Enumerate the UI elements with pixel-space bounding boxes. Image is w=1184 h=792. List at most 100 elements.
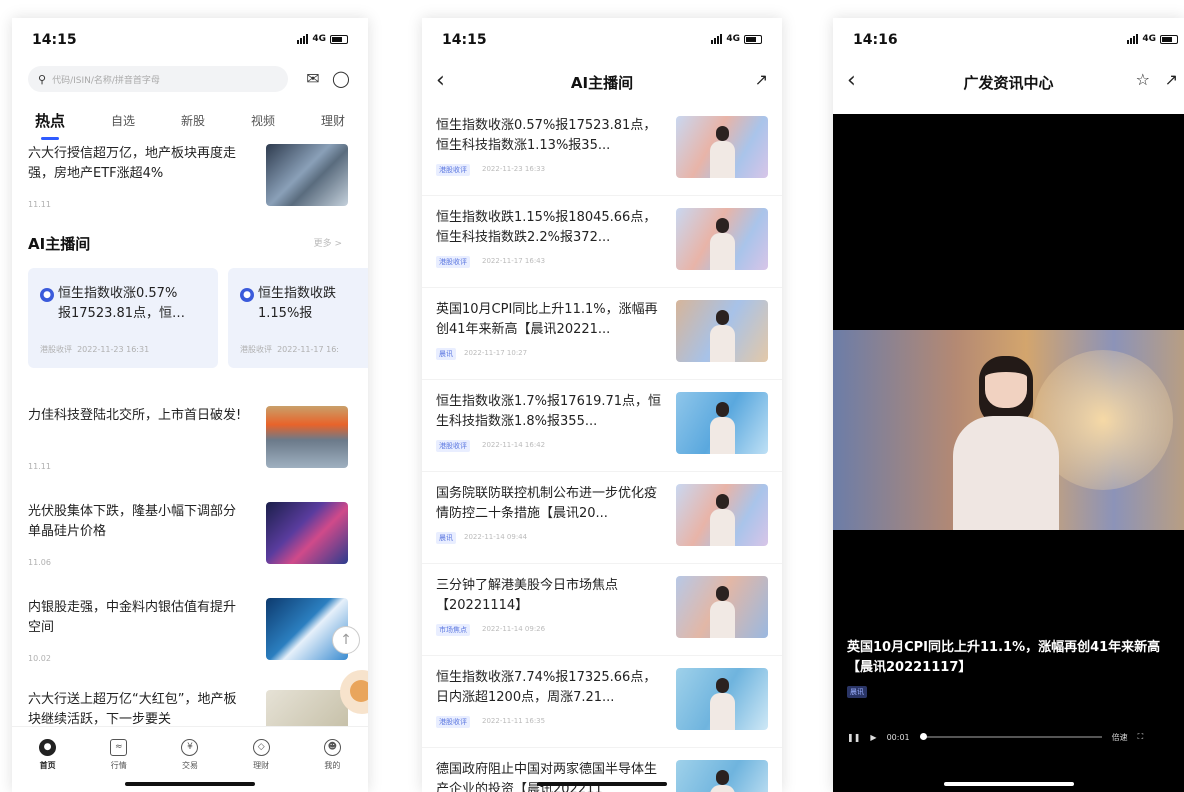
item-title: 恒生指数收跌1.15%报18045.66点，恒生科技指数跌2.2%报372... <box>436 210 657 245</box>
nav-label: 交易 <box>181 761 198 770</box>
signal-indicator: 4G <box>1127 34 1178 44</box>
status-time: 14:15 <box>442 32 487 48</box>
pause-icon[interactable]: ❚❚ <box>847 733 860 742</box>
item-date: 2022-11-14 09:26 <box>482 625 546 633</box>
nav-home[interactable]: ● 首页 <box>28 739 68 792</box>
progress-slider[interactable] <box>919 733 1102 740</box>
back-to-top-button[interactable]: ↑ <box>332 626 360 654</box>
news-date: 11.06 <box>28 558 51 567</box>
item-tag: 市场焦点 <box>436 624 470 636</box>
news-item[interactable]: 光伏股集体下跌，隆基小幅下调部分单晶硅片价格 11.06 <box>28 502 348 582</box>
item-title: 恒生指数收涨0.57%报17523.81点，恒生科技指数涨1.13%报35... <box>436 118 657 153</box>
tab-ipo[interactable]: 新股 <box>175 108 211 138</box>
home-indicator <box>943 782 1074 786</box>
profile-icon: ☻ <box>323 739 341 756</box>
item-tag: 港股收评 <box>436 164 470 176</box>
item-date: 2022-11-14 09:44 <box>464 533 528 541</box>
video-frame <box>833 330 1184 530</box>
list-item[interactable]: 国务院联防联控机制公布进一步优化疫情防控二十条措施【晨讯20... 晨讯 202… <box>422 472 782 564</box>
item-date: 2022-11-11 16:35 <box>482 717 546 725</box>
star-icon[interactable]: ☆ <box>1136 70 1150 89</box>
home-indicator <box>537 782 667 786</box>
chat-icon[interactable]: ◯ <box>330 68 352 90</box>
battery-icon <box>1160 34 1178 44</box>
item-tag: 港股收评 <box>436 440 470 452</box>
list-item[interactable]: 恒生指数收涨0.57%报17523.81点，恒生科技指数涨1.13%报35...… <box>422 104 782 196</box>
tab-video[interactable]: 视频 <box>245 108 281 138</box>
video-tag: 晨讯 <box>847 686 867 698</box>
share-icon[interactable]: ↗ <box>1165 70 1178 89</box>
tab-wealth[interactable]: 理财 <box>315 108 351 138</box>
trade-icon: ¥ <box>181 739 199 756</box>
news-thumbnail <box>266 690 348 730</box>
news-date: 11.11 <box>28 200 51 209</box>
video-caption: 英国10月CPI同比上升11.1%，涨幅再创41年来新高【晨讯20221117】 <box>847 640 1161 675</box>
list-item[interactable]: 英国10月CPI同比上升11.1%，涨幅再创41年来新高【晨讯20221... … <box>422 288 782 380</box>
video-thumbnail <box>676 208 768 270</box>
search-placeholder: 代码/ISIN/名称/拼音首字母 <box>52 75 160 86</box>
nav-bar: ‹ 广发资讯中心 ☆ ↗ <box>833 64 1184 104</box>
home-icon: ● <box>39 739 57 756</box>
progress-knob[interactable] <box>919 733 927 740</box>
nav-profile[interactable]: ☻ 我的 <box>312 739 352 792</box>
news-date: 10.02 <box>28 654 51 663</box>
signal-icon <box>297 34 309 44</box>
more-link[interactable]: 更多 > <box>314 236 342 249</box>
battery-icon <box>744 34 762 44</box>
item-date: 2022-11-14 16:42 <box>482 441 546 449</box>
item-date: 2022-11-23 16:33 <box>482 165 546 173</box>
phone-home-screen: 14:15 4G ⚲ 代码/ISIN/名称/拼音首字母 ✉ ◯ 热点 自选 新股… <box>12 18 368 792</box>
tab-watchlist[interactable]: 自选 <box>105 108 141 138</box>
ai-card[interactable]: ● 恒生指数收涨0.57%报17523.81点，恒… 港股收评 2022-11-… <box>28 268 218 368</box>
news-title: 光伏股集体下跌，隆基小幅下调部分单晶硅片价格 <box>28 504 237 539</box>
ai-badge-icon: ● <box>240 288 254 302</box>
item-title: 德国政府阻止中国对两家德国半导体生产企业的投资【晨讯202211 <box>436 762 658 792</box>
nav-label: 我的 <box>324 761 341 770</box>
anchor-face <box>985 356 1027 408</box>
list-item[interactable]: 恒生指数收涨7.74%报17325.66点，日内涨超1200点，周涨7.21..… <box>422 656 782 748</box>
video-thumbnail <box>676 484 768 546</box>
tab-bar: 热点 自选 新股 视频 理财 <box>12 108 368 140</box>
news-item[interactable]: 内银股走强，中金料内银估值有提升空间 10.02 <box>28 598 348 678</box>
video-thumbnail <box>676 760 768 792</box>
phone-ai-anchor-list: 14:15 4G ‹ AI主播间 ↗ 恒生指数收涨0.57%报17523.81点… <box>422 18 782 792</box>
fullscreen-icon[interactable]: ⛶ <box>1138 732 1144 742</box>
message-icon[interactable]: ✉ <box>302 68 324 90</box>
battery-icon <box>330 34 348 44</box>
home-indicator <box>125 782 255 786</box>
item-title: 三分钟了解港美股今日市场焦点【20221114】 <box>436 578 619 613</box>
tab-hot[interactable]: 热点 <box>29 108 71 140</box>
ai-card[interactable]: ● 恒生指数收跌1.15%报18045.66点 港股收评 2022-11-17 … <box>228 268 368 368</box>
phone-video-player: 14:16 4G ‹ 广发资讯中心 ☆ ↗ 英国10月CPI同比上升11.1%，… <box>833 18 1184 792</box>
page-title: AI主播间 <box>570 74 634 92</box>
list-item[interactable]: 恒生指数收涨1.7%报17619.71点，恒生科技指数涨1.8%报355... … <box>422 380 782 472</box>
ai-section-title: AI主播间 <box>28 235 91 253</box>
news-title: 六大行授信超万亿，地产板块再度走强，房地产ETF涨超4% <box>28 146 237 181</box>
item-title: 恒生指数收涨1.7%报17619.71点，恒生科技指数涨1.8%报355... <box>436 394 662 429</box>
item-tag: 晨讯 <box>436 348 456 360</box>
share-icon[interactable]: ↗ <box>755 70 768 89</box>
list-item[interactable]: 恒生指数收跌1.15%报18045.66点，恒生科技指数跌2.2%报372...… <box>422 196 782 288</box>
list-item[interactable]: 三分钟了解港美股今日市场焦点【20221114】 市场焦点 2022-11-14… <box>422 564 782 656</box>
video-controls: ❚❚ ▶ 00:01 倍速 ⛶ <box>847 730 1184 744</box>
item-date: 2022-11-17 10:27 <box>464 349 528 357</box>
news-title: 内银股走强，中金料内银估值有提升空间 <box>28 600 237 635</box>
page-title: 广发资讯中心 <box>963 74 1054 92</box>
news-item[interactable]: 力佳科技登陆北交所，上市首日破发! 11.11 <box>28 406 348 486</box>
video-thumbnail <box>676 668 768 730</box>
nav-bar: ‹ AI主播间 ↗ <box>422 64 782 104</box>
ai-card-meta: 港股收评 2022-11-17 16: <box>240 345 340 354</box>
volume-icon[interactable]: ▶ <box>870 733 876 742</box>
item-title: 英国10月CPI同比上升11.1%，涨幅再创41年来新高【晨讯20221... <box>436 302 658 337</box>
news-item[interactable]: 六大行授信超万亿，地产板块再度走强，房地产ETF涨超4% 11.11 <box>28 144 348 224</box>
speed-button[interactable]: 倍速 <box>1112 732 1128 743</box>
search-input[interactable]: ⚲ 代码/ISIN/名称/拼音首字母 <box>28 66 288 92</box>
nav-label: 行情 <box>110 761 127 770</box>
status-time: 14:15 <box>32 32 77 48</box>
news-item[interactable]: 六大行送上超万亿“大红包”，地产板块继续活跃，下一步要关 <box>28 690 348 730</box>
news-title: 六大行送上超万亿“大红包”，地产板块继续活跃，下一步要关 <box>28 692 237 727</box>
news-thumbnail <box>266 502 348 564</box>
status-bar: 14:15 4G <box>422 18 782 64</box>
news-thumbnail <box>266 406 348 468</box>
item-tag: 晨讯 <box>436 532 456 544</box>
